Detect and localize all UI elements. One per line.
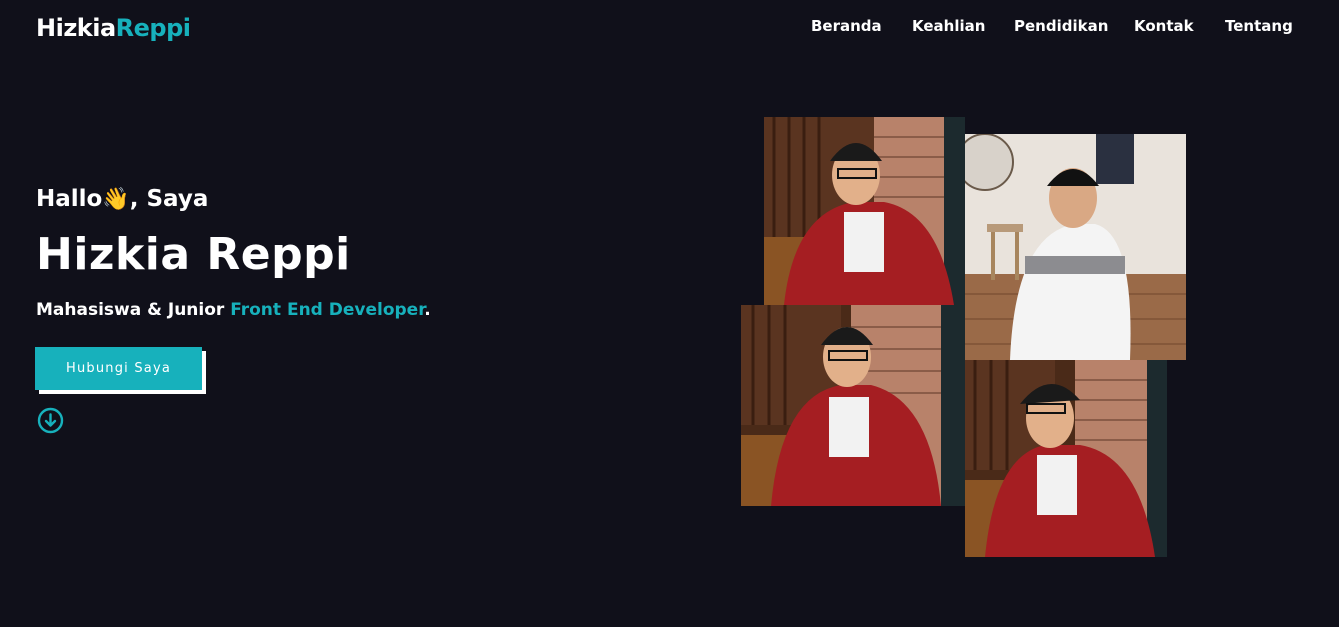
role-prefix: Mahasiswa & Junior xyxy=(36,300,231,320)
arrow-down-circle-icon[interactable] xyxy=(37,407,64,434)
greeting-prefix: Hallo xyxy=(36,186,103,212)
waving-hand-icon: 👋 xyxy=(102,187,130,212)
profile-photo-4 xyxy=(965,360,1167,557)
hero-name: Hizkia Reppi xyxy=(36,229,351,280)
profile-photo-1 xyxy=(764,117,965,305)
nav-item-beranda[interactable]: Beranda xyxy=(811,17,882,35)
greeting-suffix: , Saya xyxy=(129,186,209,212)
nav-menu: Beranda Keahlian Pendidikan Kontak Tenta… xyxy=(0,17,1339,39)
role-suffix: . xyxy=(424,300,431,320)
nav-item-tentang[interactable]: Tentang xyxy=(1225,17,1293,35)
hero-role: Mahasiswa & Junior Front End Developer. xyxy=(36,300,431,320)
profile-photo-2 xyxy=(965,134,1186,360)
profile-photo-3 xyxy=(741,305,965,506)
nav-item-kontak[interactable]: Kontak xyxy=(1134,17,1194,35)
nav-item-pendidikan[interactable]: Pendidikan xyxy=(1014,17,1108,35)
hero-greeting: Hallo👋, Saya xyxy=(36,186,208,212)
cta-wrapper: Hubungi Saya xyxy=(35,347,206,394)
nav-item-keahlian[interactable]: Keahlian xyxy=(912,17,985,35)
navbar: HizkiaReppi Beranda Keahlian Pendidikan … xyxy=(0,0,1339,60)
role-highlight: Front End Developer xyxy=(230,300,425,320)
contact-me-button[interactable]: Hubungi Saya xyxy=(35,347,202,390)
